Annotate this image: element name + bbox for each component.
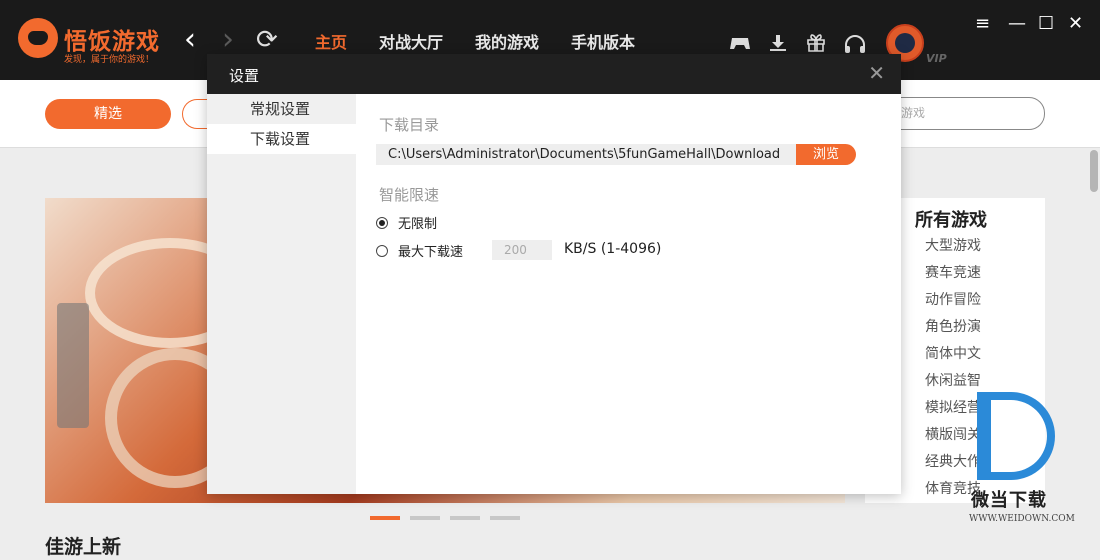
tab-battle-hall[interactable]: 对战大厅: [379, 29, 443, 53]
tab-home[interactable]: 主页: [315, 29, 347, 53]
category-title: 所有游戏: [915, 210, 987, 231]
monkey-logo-icon: [18, 18, 58, 58]
watermark-url: WWW.WEIDOWN.COM: [969, 514, 1075, 524]
sidebar-item-download[interactable]: 下载设置: [207, 124, 356, 154]
radio-unlimited[interactable]: [376, 217, 388, 229]
logo-title: 悟饭游戏: [64, 29, 160, 55]
category-item[interactable]: 休闲益智: [925, 370, 981, 390]
speed-unit: KB/S (1-4096): [564, 241, 662, 257]
close-window-icon[interactable]: ✕: [1068, 12, 1083, 36]
menu-icon[interactable]: ≡: [975, 12, 990, 36]
app-logo[interactable]: 悟饭游戏 发现，属于你的游戏！: [18, 18, 178, 66]
settings-sidebar: 常规设置 下载设置: [207, 94, 356, 494]
radio-unlimited-label[interactable]: 无限制: [398, 213, 437, 232]
speed-input[interactable]: 200: [492, 240, 552, 260]
forward-arrow-icon[interactable]: ›: [222, 25, 234, 55]
section-title: 佳游上新: [45, 536, 122, 558]
browse-button[interactable]: 浏览: [796, 144, 856, 165]
speed-limit-label: 智能限速: [379, 186, 440, 204]
category-item[interactable]: 简体中文: [925, 343, 981, 363]
filter-pill-featured[interactable]: 精选: [45, 99, 171, 129]
watermark: 微当下载 WWW.WEIDOWN.COM: [965, 392, 1075, 532]
radio-max-speed[interactable]: [376, 245, 388, 257]
page-scrollbar[interactable]: [1090, 150, 1098, 192]
back-arrow-icon[interactable]: ‹: [184, 25, 196, 55]
carousel-dot[interactable]: [450, 516, 480, 520]
carousel-prev-handle[interactable]: [57, 303, 89, 428]
category-item[interactable]: 大型游戏: [925, 235, 981, 255]
radio-max-speed-label[interactable]: 最大下载速: [398, 241, 463, 260]
carousel-dot[interactable]: [370, 516, 400, 520]
carousel-dot[interactable]: [490, 516, 520, 520]
vip-badge: VIP: [926, 52, 947, 65]
tab-mobile-version[interactable]: 手机版本: [571, 29, 635, 53]
category-item[interactable]: 动作冒险: [925, 289, 981, 309]
download-path-field[interactable]: C:\Users\Administrator\Documents\5funGam…: [376, 144, 796, 165]
close-icon[interactable]: ✕: [868, 63, 885, 83]
download-dir-label: 下载目录: [379, 116, 440, 134]
category-item[interactable]: 赛车竞速: [925, 262, 981, 282]
watermark-name: 微当下载: [971, 490, 1047, 511]
tab-my-games[interactable]: 我的游戏: [475, 29, 539, 53]
dialog-title: 设置: [229, 67, 260, 85]
refresh-icon[interactable]: ⟳: [256, 26, 278, 54]
carousel-dot[interactable]: [410, 516, 440, 520]
watermark-logo-icon: [977, 392, 1055, 480]
settings-dialog: 设置 ✕ 常规设置 下载设置 下载目录 C:\Users\Administrat…: [207, 54, 901, 494]
maximize-icon[interactable]: ☐: [1038, 12, 1054, 36]
category-item[interactable]: 角色扮演: [925, 316, 981, 336]
dialog-header: 设置 ✕: [207, 54, 901, 94]
sidebar-item-general[interactable]: 常规设置: [207, 94, 356, 124]
logo-slogan: 发现，属于你的游戏！: [64, 55, 155, 65]
minimize-icon[interactable]: —: [1008, 12, 1026, 36]
